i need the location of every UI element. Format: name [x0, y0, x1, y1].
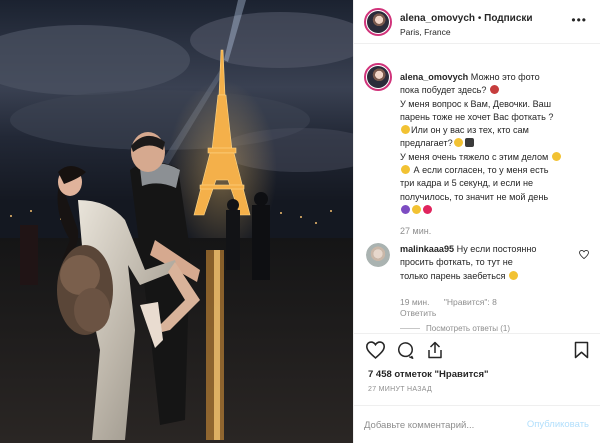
reply-button[interactable]: Ответить [400, 308, 436, 318]
camera-emoji-icon [464, 138, 474, 148]
post-photo[interactable] [0, 0, 353, 443]
separator-dot: • [477, 13, 482, 24]
author-avatar[interactable] [364, 8, 392, 36]
laughing-emoji-icon [508, 270, 518, 280]
comment-input[interactable] [364, 417, 524, 433]
caption-line-4: Или он у вас из тех, кто сам [400, 124, 592, 137]
heart-outline-icon[interactable] [366, 341, 385, 359]
location-link[interactable]: Paris, France [400, 27, 451, 37]
caption-line-10 [400, 204, 592, 217]
caption-line-1: пока побудет здесь? [400, 84, 592, 97]
caption-line-5: предлагает? [400, 137, 592, 150]
devil-emoji-icon [489, 85, 499, 95]
caption-time: 27 мин. [400, 226, 432, 236]
publish-button[interactable]: Опубликовать [527, 419, 589, 430]
caption-line-3: парень тоже не хочет Вас фоткать ? [400, 111, 554, 122]
commenter-avatar[interactable] [366, 243, 390, 267]
comments-list[interactable]: alena_omovych Можно это фото пока побуде… [354, 44, 600, 333]
caption-line-7: А если согласен, то у меня есть [400, 164, 592, 177]
red-heart-icon [423, 204, 432, 214]
caption-line-8: три кадра и 5 секунд, и если не [400, 178, 534, 189]
header-user-line: alena_omovych • Подписки [400, 13, 533, 24]
caption-text: alena_omovych Можно это фото пока побуде… [400, 71, 592, 217]
purple-devil-emoji-icon [401, 204, 410, 214]
comment-bubble-icon[interactable] [396, 341, 415, 359]
thinking-emoji-icon [401, 165, 410, 175]
bookmark-icon[interactable] [574, 341, 589, 359]
sad-emoji-icon [551, 151, 561, 161]
instagram-post: alena_omovych • Подписки Paris, France •… [0, 0, 600, 443]
caption-username[interactable]: alena_omovych [400, 72, 468, 82]
laughing-emoji-icon [412, 204, 421, 214]
caption-line-9: получилось, то значит не мой день [400, 191, 549, 202]
author-username[interactable]: alena_omovych [400, 13, 475, 24]
eiffel-tower-couple-photo [0, 0, 353, 443]
posted-time: 27 МИНУТ НАЗАД [368, 386, 433, 393]
more-options-icon[interactable]: ••• [571, 13, 587, 27]
add-comment-bar: Опубликовать [354, 405, 600, 443]
likes-count[interactable]: 7 458 отметок "Нравится" [368, 369, 489, 380]
comment-likes[interactable]: "Нравится": 8 [444, 297, 497, 307]
commenter-username[interactable]: malinkaaa95 [400, 244, 454, 254]
post-header: alena_omovych • Подписки Paris, France •… [354, 0, 600, 44]
caption-line-0: alena_omovych Можно это фото [400, 72, 540, 82]
caption-avatar[interactable] [364, 63, 392, 91]
post-actions: 7 458 отметок "Нравится" 27 МИНУТ НАЗАД [354, 333, 600, 403]
caption-line-6: У меня очень тяжело с этим делом [400, 151, 592, 164]
caption-line-2: У меня вопрос к Вам, Девочки. Ваш [400, 98, 551, 109]
share-arrow-icon[interactable] [426, 341, 444, 359]
comment-text: malinkaaa95 Ну если постоянно просить фо… [400, 244, 537, 281]
view-replies-button[interactable]: Посмотреть ответы (1) [400, 324, 510, 333]
grinning-emoji-icon [401, 125, 410, 135]
comment-time: 19 мин. [400, 297, 430, 307]
post-side-panel: alena_omovych • Подписки Paris, France •… [353, 0, 600, 443]
smile-emoji-icon [453, 138, 463, 148]
comment-meta: 19 мин. "Нравится": 8 [400, 297, 509, 307]
following-button[interactable]: Подписки [484, 13, 532, 24]
comment-like-heart-icon[interactable] [579, 250, 589, 259]
